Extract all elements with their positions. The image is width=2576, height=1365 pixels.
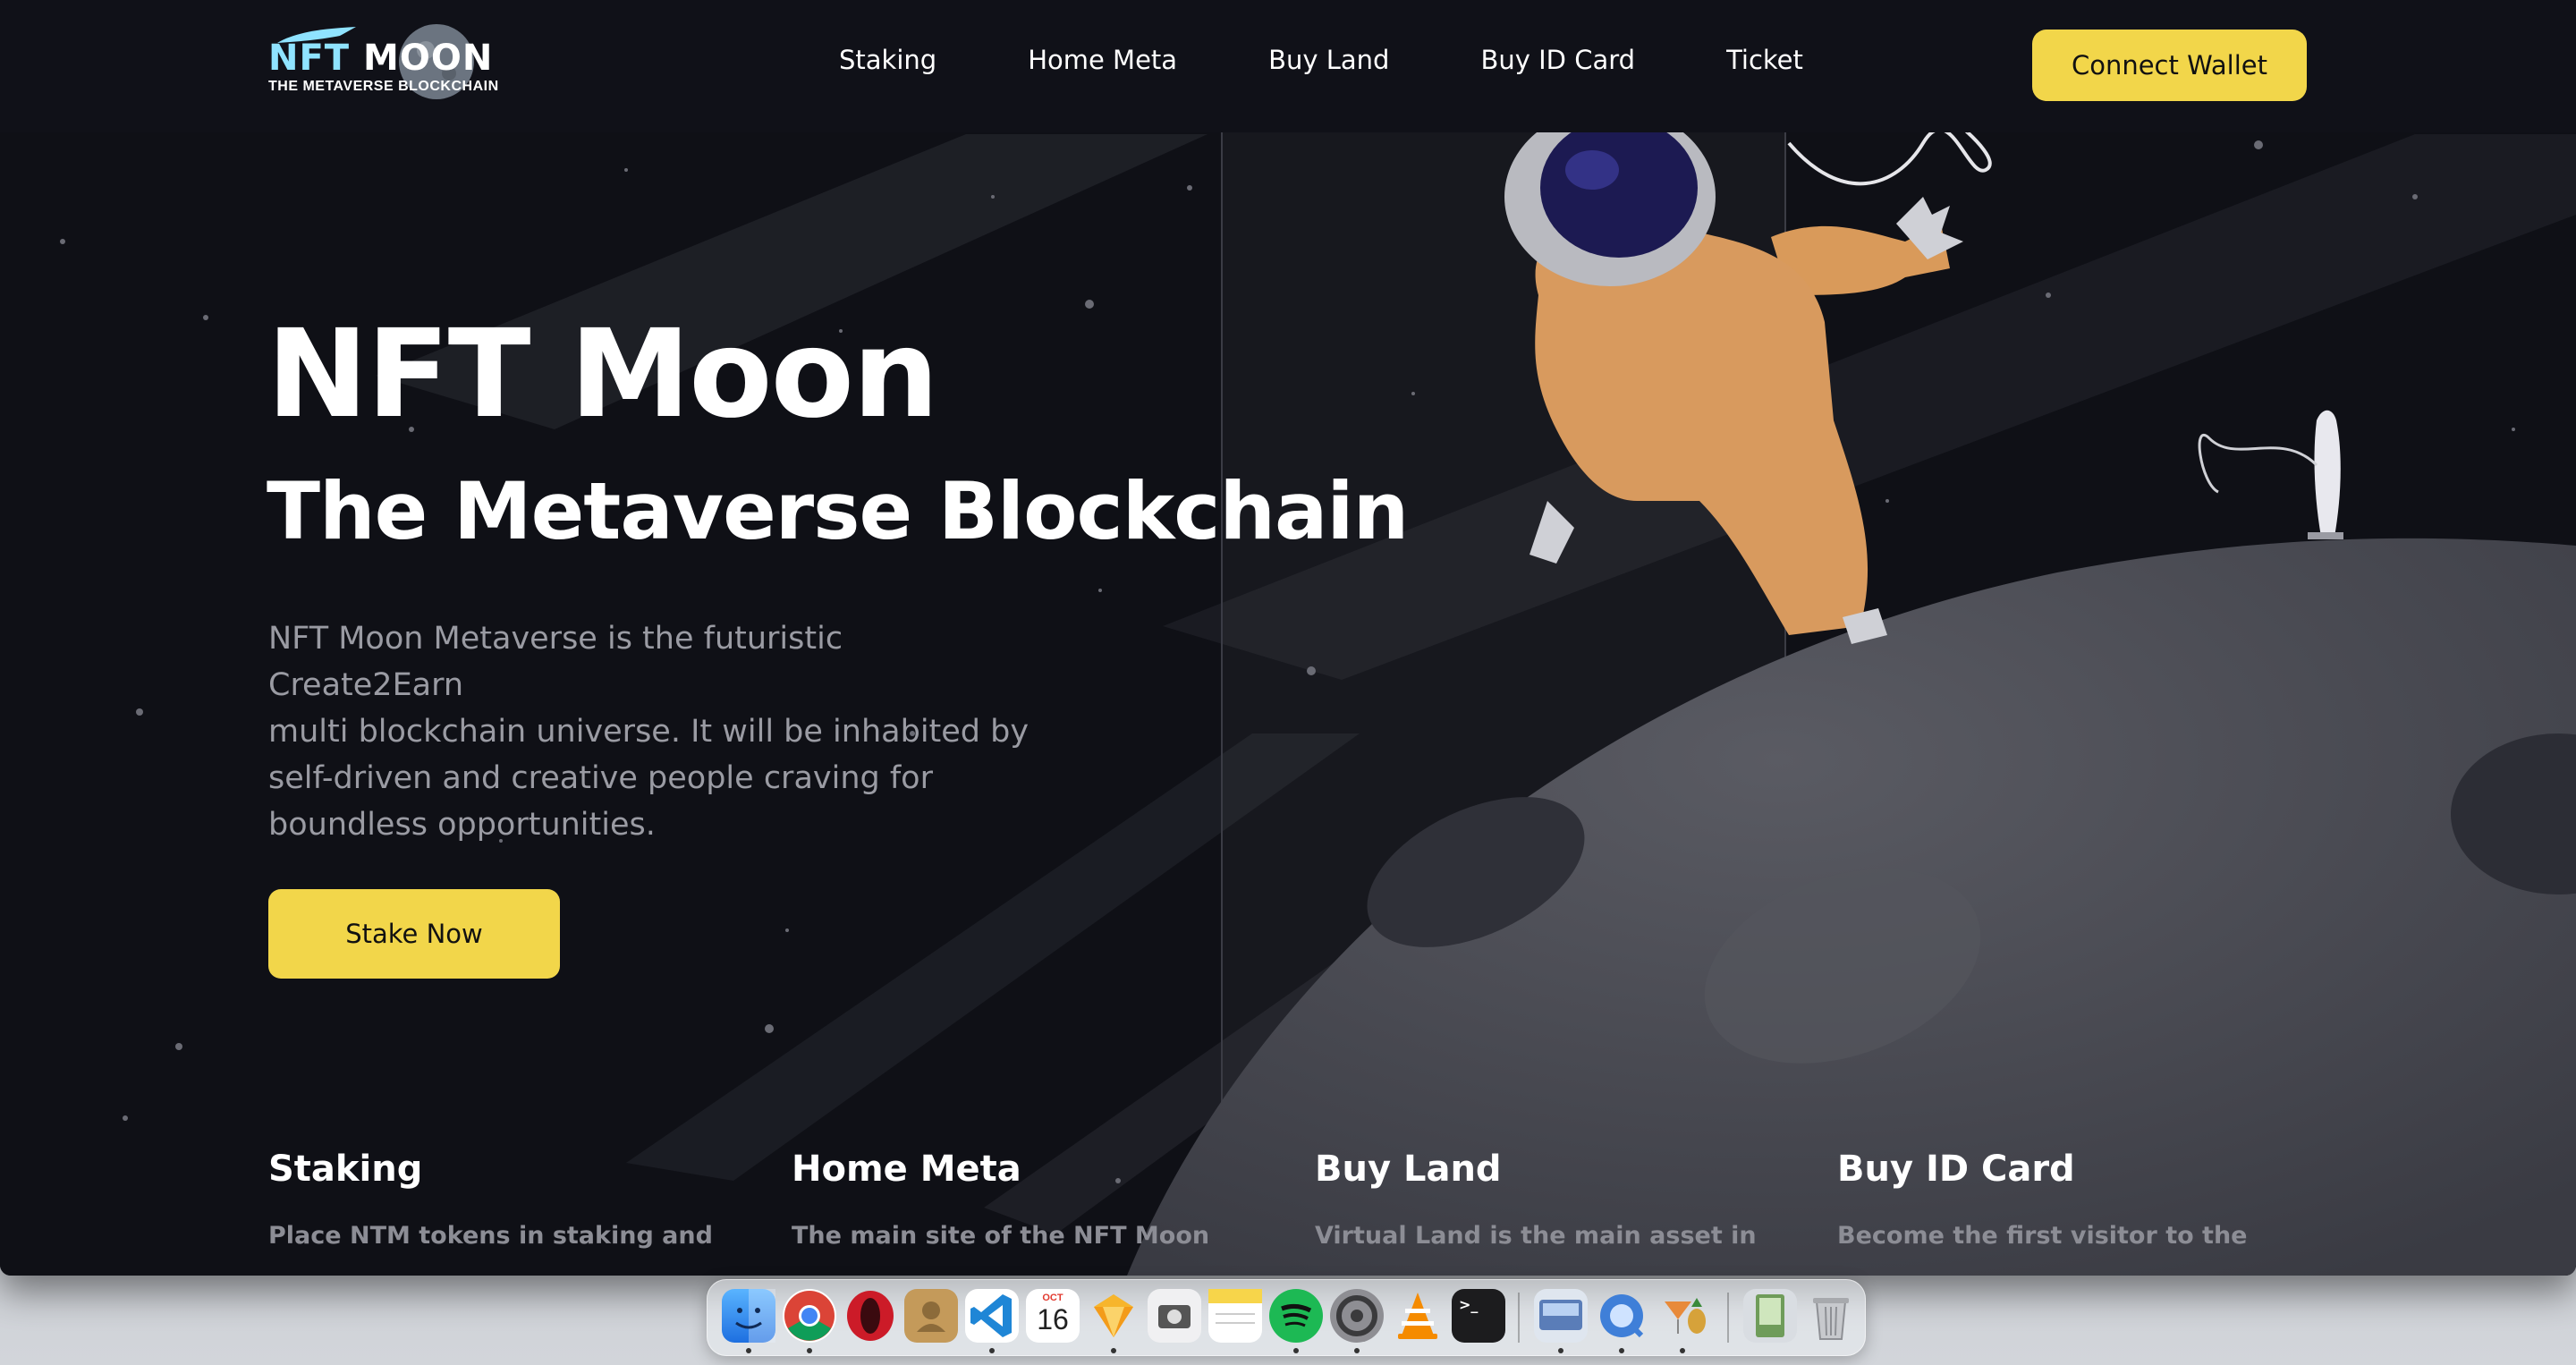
- logo-title: NFT MOON: [268, 38, 493, 79]
- notes-icon[interactable]: [1208, 1289, 1262, 1343]
- stake-now-button[interactable]: Stake Now: [268, 889, 560, 979]
- hero-description-line: boundless opportunities.: [268, 807, 656, 843]
- running-indicator: [807, 1348, 812, 1353]
- nav-link-staking[interactable]: Staking: [839, 45, 936, 75]
- running-indicator: [1111, 1348, 1116, 1353]
- sketch-icon[interactable]: [1087, 1289, 1140, 1343]
- trash-icon[interactable]: [1804, 1289, 1858, 1343]
- macos-dock: OCT 16 >_: [707, 1279, 1866, 1356]
- running-indicator: [1558, 1348, 1563, 1353]
- vlc-icon[interactable]: [1391, 1289, 1445, 1343]
- running-indicator: [989, 1348, 995, 1353]
- hero-description-line: NFT Moon Metaverse is the futuristic Cre…: [268, 621, 843, 703]
- running-indicator: [746, 1348, 751, 1353]
- contacts-icon[interactable]: [904, 1289, 958, 1343]
- nav-links: Staking Home Meta Buy Land Buy ID Card T…: [839, 45, 1803, 75]
- feature-card-title: Home Meta: [792, 1149, 1021, 1190]
- calendar-day: 16: [1037, 1303, 1069, 1335]
- feature-card-description: The main site of the NFT Moon: [792, 1222, 1210, 1250]
- chrome-icon[interactable]: [783, 1289, 836, 1343]
- screenshot-icon[interactable]: [1148, 1289, 1201, 1343]
- hero-description-line: self-driven and creative people craving …: [268, 760, 933, 796]
- running-indicator: [1293, 1348, 1299, 1353]
- logo-subtitle: THE METAVERSE BLOCKCHAIN: [268, 79, 499, 94]
- feature-card-buy-id-card[interactable]: Buy ID Card Become the first visitor to …: [1837, 1149, 2249, 1258]
- nft-moon-logo[interactable]: NFT MOON THE METAVERSE BLOCKCHAIN: [267, 21, 535, 102]
- feature-card-description: Place NTM tokens in staking and: [268, 1222, 713, 1250]
- hero-description: NFT Moon Metaverse is the futuristic Cre…: [268, 615, 1038, 848]
- connect-wallet-button[interactable]: Connect Wallet: [2032, 30, 2307, 101]
- logo-title-part2: MOON: [363, 38, 494, 79]
- terminal-prompt-glyph: >_: [1459, 1296, 1479, 1313]
- vscode-icon[interactable]: [965, 1289, 1019, 1343]
- running-indicator: [1619, 1348, 1624, 1353]
- downloads-icon[interactable]: [1743, 1289, 1797, 1343]
- logo-title-part1: NFT: [268, 38, 351, 79]
- hero-description-line: multi blockchain universe. It will be in…: [268, 714, 1030, 750]
- nav-link-buy-id-card[interactable]: Buy ID Card: [1480, 45, 1635, 75]
- top-navbar: NFT MOON THE METAVERSE BLOCKCHAIN Stakin…: [0, 0, 2576, 132]
- nav-link-buy-land[interactable]: Buy Land: [1268, 45, 1389, 75]
- hero-title: NFT Moon: [267, 304, 939, 445]
- cocktail-icon[interactable]: [1656, 1289, 1709, 1343]
- hero-subtitle: The Metaverse Blockchain: [267, 465, 1409, 557]
- system-preferences-icon[interactable]: [1330, 1289, 1384, 1343]
- calendar-month: OCT: [1042, 1293, 1063, 1303]
- dock-separator: [1518, 1293, 1520, 1343]
- running-indicator: [1354, 1348, 1360, 1353]
- browser-window: NFT MOON THE METAVERSE BLOCKCHAIN Stakin…: [0, 0, 2576, 1276]
- feature-card-description: Virtual Land is the main asset in: [1315, 1222, 1757, 1250]
- desktop: NFT MOON THE METAVERSE BLOCKCHAIN Stakin…: [0, 0, 2576, 1365]
- nav-link-ticket[interactable]: Ticket: [1726, 45, 1803, 75]
- feature-card-buy-land[interactable]: Buy Land Virtual Land is the main asset …: [1315, 1149, 1757, 1258]
- running-indicator: [1680, 1348, 1685, 1353]
- spotify-icon[interactable]: [1269, 1289, 1323, 1343]
- dock-separator: [1727, 1293, 1729, 1343]
- feature-card-staking[interactable]: Staking Place NTM tokens in staking and: [268, 1149, 713, 1258]
- feature-card-title: Buy Land: [1315, 1149, 1502, 1190]
- nav-link-home-meta[interactable]: Home Meta: [1028, 45, 1177, 75]
- calendar-icon[interactable]: OCT 16: [1026, 1289, 1080, 1343]
- feature-card-title: Buy ID Card: [1837, 1149, 2075, 1190]
- finder-icon[interactable]: [722, 1289, 775, 1343]
- feature-card-description: Become the first visitor to the: [1837, 1222, 2248, 1250]
- feature-card-title: Staking: [268, 1149, 423, 1190]
- preview-icon[interactable]: [1534, 1289, 1588, 1343]
- feature-card-home-meta[interactable]: Home Meta The main site of the NFT Moon: [792, 1149, 1210, 1258]
- opera-icon[interactable]: [843, 1289, 897, 1343]
- terminal-icon[interactable]: >_: [1452, 1289, 1505, 1343]
- quicktime-icon[interactable]: [1595, 1289, 1648, 1343]
